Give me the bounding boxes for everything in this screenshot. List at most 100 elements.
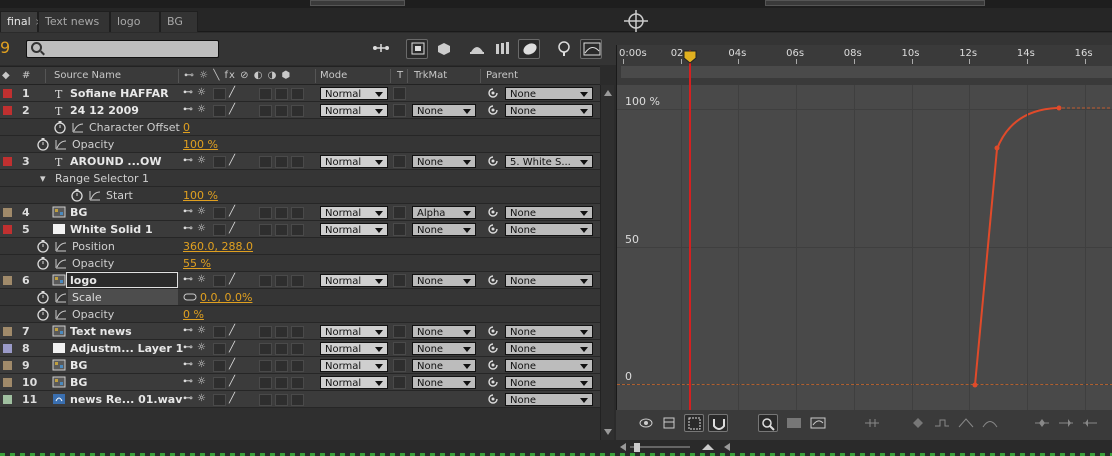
motion-blur-switch[interactable] xyxy=(259,207,272,219)
parent-dropdown[interactable]: None xyxy=(505,206,593,219)
tab-final[interactable]: final× xyxy=(0,11,43,32)
property-row[interactable]: Opacity 0 % xyxy=(0,306,600,323)
collapse-switch-icon[interactable]: ☼ xyxy=(197,274,206,285)
current-time-display[interactable]: 9 xyxy=(0,38,10,57)
property-value[interactable]: 0 % xyxy=(183,308,204,321)
collapse-switch-icon[interactable]: ☼ xyxy=(197,359,206,370)
quality-switch[interactable] xyxy=(213,377,226,389)
parent-pickwhip-icon[interactable] xyxy=(487,155,499,167)
fit-selection-icon[interactable] xyxy=(784,414,804,432)
collapse-switch-icon[interactable]: ☼ xyxy=(197,206,206,217)
graph-toggle-icon[interactable] xyxy=(54,290,68,304)
label-color-swatch[interactable] xyxy=(3,395,12,404)
3d-layer-switch[interactable] xyxy=(291,360,304,372)
easy-ease-out-icon[interactable] xyxy=(1080,414,1100,432)
quality-switch[interactable] xyxy=(213,207,226,219)
quality-icon[interactable]: ╱ xyxy=(229,274,235,285)
collapse-switch-icon[interactable]: ☼ xyxy=(197,87,206,98)
layer-name[interactable]: logo xyxy=(70,274,97,287)
layer-switches[interactable]: ⊷ ☼ ╱ xyxy=(183,325,313,338)
shy-switch-icon[interactable]: ⊷ xyxy=(183,206,193,217)
quality-switch[interactable] xyxy=(213,105,226,117)
layer-list-scrollbar[interactable] xyxy=(600,85,614,440)
frame-blending-icon[interactable] xyxy=(492,39,514,59)
label-color-swatch[interactable] xyxy=(3,327,12,336)
layer-switches[interactable]: ⊷ ☼ ╱ xyxy=(183,155,313,168)
adjustment-switch[interactable] xyxy=(275,224,288,236)
layer-name[interactable]: White Solid 1 xyxy=(70,223,153,236)
label-color-swatch[interactable] xyxy=(3,276,12,285)
quality-icon[interactable]: ╱ xyxy=(229,87,235,98)
column-parent[interactable]: Parent xyxy=(486,70,518,81)
label-color-swatch[interactable] xyxy=(3,208,12,217)
motion-blur-switch[interactable] xyxy=(259,105,272,117)
parent-dropdown[interactable]: None xyxy=(505,104,593,117)
keyframe-diamond-icon[interactable] xyxy=(908,414,928,432)
track-matte-dropdown[interactable]: None xyxy=(412,342,476,355)
layer-switches[interactable]: ⊷ ☼ ╱ xyxy=(183,206,313,219)
column-source-name[interactable]: Source Name xyxy=(54,70,121,81)
layer-switches[interactable]: ⊷ ☼ ╱ xyxy=(183,376,313,389)
quality-icon[interactable]: ╱ xyxy=(229,393,235,404)
collapse-switch-icon[interactable]: ☼ xyxy=(197,376,206,387)
property-value[interactable]: 100 % xyxy=(183,138,218,151)
layer-row[interactable]: 11 news Re... 01.wav ⊷ ☼ ╱ None xyxy=(0,391,600,408)
shy-switch-icon[interactable]: ⊷ xyxy=(183,342,193,353)
blend-mode-dropdown[interactable]: Normal xyxy=(320,274,388,287)
linear-keyframe-icon[interactable] xyxy=(956,414,976,432)
quality-icon[interactable]: ╱ xyxy=(229,325,235,336)
property-row[interactable]: Start 100 % xyxy=(0,187,600,204)
stopwatch-icon[interactable] xyxy=(53,120,67,134)
preserve-transparency-checkbox[interactable] xyxy=(393,155,406,168)
3d-layer-switch[interactable] xyxy=(291,156,304,168)
blend-mode-dropdown[interactable]: Normal xyxy=(320,325,388,338)
quality-switch[interactable] xyxy=(213,360,226,372)
separate-dimensions-icon[interactable] xyxy=(862,414,882,432)
layer-name[interactable]: Text news xyxy=(70,325,132,338)
layer-name[interactable]: 24 12 2009 xyxy=(70,104,139,117)
layer-switches[interactable]: ⊷ ☼ ╱ xyxy=(183,342,313,355)
graph-editor-icon[interactable] xyxy=(580,39,602,59)
layer-row[interactable]: 3 T AROUND ...OW ⊷ ☼ ╱ Normal None 5. White S... xyxy=(0,153,600,170)
quality-icon[interactable]: ╱ xyxy=(229,206,235,217)
preserve-transparency-checkbox[interactable] xyxy=(393,342,406,355)
switches-column-icons[interactable]: ⊷ ☼ ╲ fx ⊘ ◐ ◑ ⬢ xyxy=(184,70,291,81)
stopwatch-icon[interactable] xyxy=(36,290,50,304)
3d-layer-switch[interactable] xyxy=(291,105,304,117)
3d-layer-switch[interactable] xyxy=(291,207,304,219)
blend-mode-dropdown[interactable]: Normal xyxy=(320,87,388,100)
time-zoom-slider[interactable] xyxy=(616,440,1112,454)
shy-switch-icon[interactable]: ⊷ xyxy=(183,155,193,166)
work-area-bar[interactable] xyxy=(621,66,1112,78)
quality-icon[interactable]: ╱ xyxy=(229,223,235,234)
tab-bg[interactable]: BG xyxy=(160,11,198,32)
track-matte-dropdown[interactable]: None xyxy=(412,104,476,117)
parent-pickwhip-icon[interactable] xyxy=(487,274,499,286)
crosshair-icon[interactable] xyxy=(622,9,650,33)
adjustment-switch[interactable] xyxy=(275,207,288,219)
comp-flowchart-icon[interactable] xyxy=(370,39,392,59)
parent-dropdown[interactable]: None xyxy=(505,325,593,338)
property-row[interactable]: Scale 0.0, 0.0% xyxy=(0,289,600,306)
stopwatch-icon[interactable] xyxy=(36,239,50,253)
live-update-icon[interactable] xyxy=(406,39,428,59)
tab-text-news[interactable]: Text news xyxy=(38,11,110,32)
parent-dropdown[interactable]: None xyxy=(505,376,593,389)
property-row[interactable]: Character Offset 0 xyxy=(0,119,600,136)
motion-blur-switch[interactable] xyxy=(259,394,272,406)
fit-all-icon[interactable] xyxy=(808,414,828,432)
preserve-transparency-checkbox[interactable] xyxy=(393,206,406,219)
adjustment-switch[interactable] xyxy=(275,88,288,100)
track-matte-dropdown[interactable]: None xyxy=(412,155,476,168)
layer-name[interactable]: BG xyxy=(70,376,87,389)
shy-switch-icon[interactable]: ⊷ xyxy=(183,223,193,234)
parent-pickwhip-icon[interactable] xyxy=(487,87,499,99)
adjustment-switch[interactable] xyxy=(275,105,288,117)
label-color-swatch[interactable] xyxy=(3,378,12,387)
layer-switches[interactable]: ⊷ ☼ ╱ xyxy=(183,274,313,287)
parent-pickwhip-icon[interactable] xyxy=(487,206,499,218)
parent-pickwhip-icon[interactable] xyxy=(487,342,499,354)
adjustment-switch[interactable] xyxy=(275,275,288,287)
layer-row[interactable]: 9 BG ⊷ ☼ ╱ Normal None None xyxy=(0,357,600,374)
graph-toggle-icon[interactable] xyxy=(88,188,102,202)
